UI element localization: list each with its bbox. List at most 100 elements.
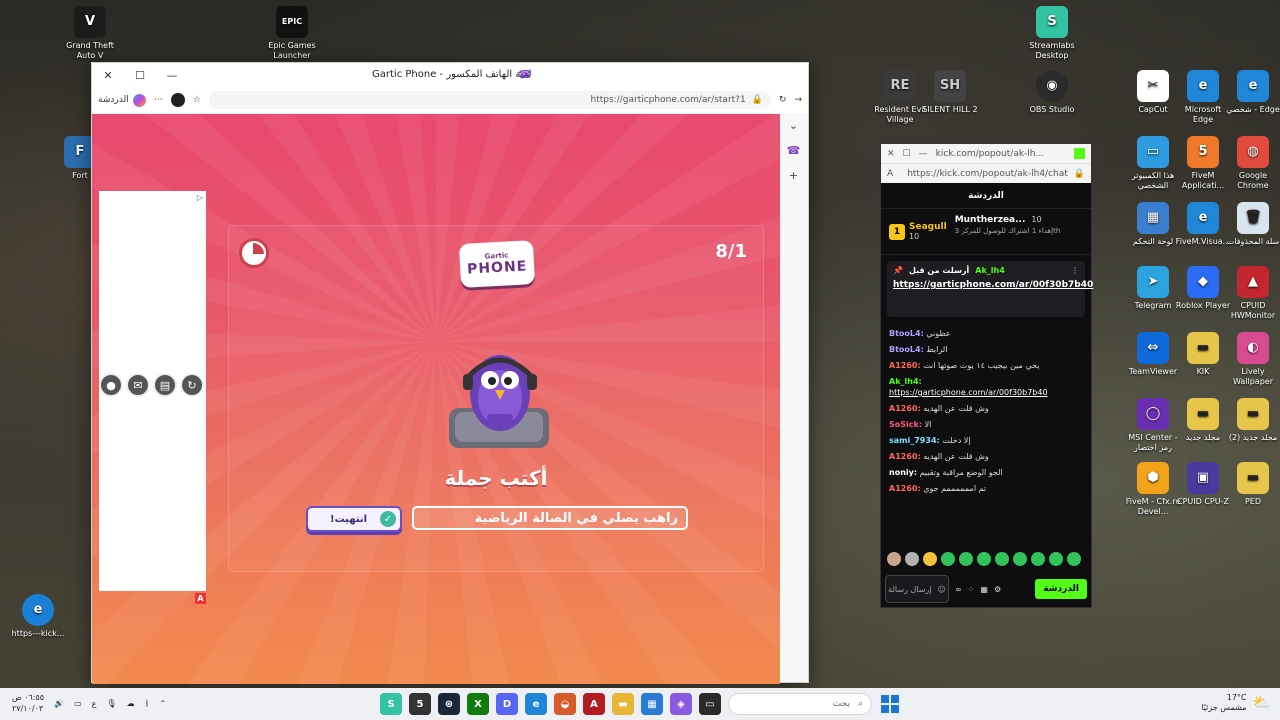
emote-icon[interactable] [923, 552, 937, 566]
profile-avatar[interactable] [170, 93, 185, 107]
more-options-icon[interactable]: ⋮ [1071, 266, 1079, 275]
chat-message[interactable]: A1260: وش قلت عن الهديه [889, 403, 1083, 414]
onedrive-icon[interactable]: ☁ [127, 699, 135, 708]
chat-username[interactable]: SoSick: [889, 420, 922, 429]
chat-username[interactable]: Ak_lh4: [889, 377, 922, 386]
chat-username[interactable]: A1260: [889, 452, 921, 461]
microphone-icon[interactable]: 🎙 [106, 699, 116, 708]
store-icon[interactable]: ▦ [980, 585, 988, 594]
chat-username[interactable]: A1260: [889, 361, 921, 370]
minimize-window-button[interactable]: — [919, 149, 928, 159]
network-icon[interactable]: ▭ [74, 699, 82, 708]
emote-icon[interactable] [941, 552, 955, 566]
add-icon[interactable]: + [779, 163, 808, 188]
desktop-icon-item[interactable]: ◯ MSI Center - رمز اختصار [1125, 398, 1181, 453]
clipboard-icon[interactable]: ▤ [153, 373, 177, 397]
close-window-button[interactable]: ✕ [887, 149, 895, 159]
windows-start-icon[interactable] [880, 694, 900, 714]
chat-username[interactable]: sami_7934: [889, 436, 940, 445]
maximize-window-button[interactable]: ☐ [124, 63, 156, 87]
explorer-app-icon[interactable]: ▬ [612, 693, 634, 715]
emote-icon[interactable] [1049, 552, 1063, 566]
chat-username[interactable]: A1260: [889, 404, 921, 413]
close-window-button[interactable]: ✕ [92, 63, 124, 87]
emote-icon[interactable] [995, 552, 1009, 566]
chat-message[interactable]: BtooL4: عطوني [889, 328, 1083, 339]
forward-icon[interactable]: → [794, 95, 802, 105]
desktop-icon-kick-shortcut[interactable]: e https---kick... [8, 594, 68, 639]
chat-username[interactable]: noniy: [889, 468, 917, 477]
emote-icon[interactable] [1013, 552, 1027, 566]
url-field[interactable]: https://garticphone.com/ar/start?1 🔒 [208, 91, 771, 109]
emote-icon[interactable] [959, 552, 973, 566]
chat-username[interactable]: BtooL4: [889, 345, 924, 354]
refresh-icon[interactable]: ↻ [779, 95, 787, 105]
send-chat-button[interactable]: الدردشة [1035, 579, 1087, 599]
emote-icon[interactable] [1067, 552, 1081, 566]
desktop-icon-item[interactable]: ✂ CapCut [1125, 70, 1181, 115]
maximize-window-button[interactable]: ☐ [903, 149, 911, 159]
chat-message[interactable]: sami_7934: إلا دخلت [889, 435, 1083, 446]
clock[interactable]: ٠٦:٥٥ ص ٢٧/١٠/٠٣ [12, 692, 44, 714]
done-button[interactable]: !انتهيت ✓ [306, 506, 402, 532]
emote-icon[interactable] [887, 552, 901, 566]
emoji-icon[interactable]: ☺ [937, 585, 945, 594]
chat-sidebar-button[interactable]: الدردشة [98, 93, 146, 107]
favorites-icon[interactable]: ☆ [193, 95, 201, 105]
desktop-icon-obs[interactable]: ◉ OBS Studio [1022, 70, 1082, 115]
apps-icon[interactable]: ⁘ [968, 585, 975, 594]
desktop-icon-epic[interactable]: EPIC Epic Games Launcher [262, 6, 322, 61]
desktop-icon-gta[interactable]: V Grand Theft Auto V [60, 6, 120, 61]
desktop-icon-item[interactable]: ▬ PED [1225, 462, 1280, 507]
chat-message[interactable]: A1260: وش قلت عن الهديه [889, 451, 1083, 462]
ad-choices-icon[interactable]: ▷ [197, 193, 203, 202]
desktop-icon-item[interactable]: ◐ Lively Wallpaper [1225, 332, 1280, 387]
minimize-window-button[interactable]: — [156, 63, 188, 87]
pinned-message[interactable]: 📌 أرسلت من قبل Ak_lh4 ⋮ https://garticph… [887, 261, 1093, 317]
desktop-icon-item[interactable]: ▬ KIK [1175, 332, 1231, 377]
settings-icon[interactable]: ⚙ [994, 585, 1001, 594]
chat-message[interactable]: Ak_lh4: https://garticphone.com/ar/00f30… [889, 376, 1083, 398]
desktop-icon-item[interactable]: ▬ مجلد جديد [1175, 398, 1231, 443]
acrobat-app-icon[interactable]: A [583, 693, 605, 715]
collapse-icon[interactable]: ⌄ [779, 113, 808, 138]
bluetooth-icon[interactable]: ᛒ [145, 699, 150, 708]
gifter-muntherzea[interactable]: Muntherzea... 10 إهداء 1 اشتراك للوصول ل… [955, 215, 1083, 248]
desktop-icon-item[interactable]: ▬ مجلد جديد (2) [1225, 398, 1280, 443]
desktop-icon-item[interactable]: ➤ Telegram [1125, 266, 1181, 311]
copilot-app-icon[interactable]: ◈ [670, 693, 692, 715]
weather-widget[interactable]: 17°C مشمس جزئيًا ⛅ [1201, 693, 1270, 713]
desktop-icon-item[interactable]: ⬢ FiveM - Cfx.re Devel... [1125, 462, 1181, 517]
chat-message[interactable]: BtooL4: الرابط [889, 344, 1083, 355]
chat-message[interactable]: A1260: تم اممممممم جوي [889, 483, 1083, 494]
speaker-icon[interactable]: 🔊 [54, 699, 64, 708]
emote-icon[interactable] [977, 552, 991, 566]
desktop-icon-item[interactable]: 5 FiveM Applicati... [1175, 136, 1231, 191]
desktop-icon-item[interactable]: e شخصي - Edge [1225, 70, 1280, 115]
terminal-app-icon[interactable]: ▭ [699, 693, 721, 715]
chat-message-input[interactable]: إرسال رسالة ☺ [885, 575, 949, 603]
read-aloud-icon[interactable]: A [887, 169, 893, 179]
chat-message[interactable]: SoSick: الا [889, 419, 1083, 430]
store-app-icon[interactable]: ▦ [641, 693, 663, 715]
more-options-icon[interactable]: ⋯ [154, 95, 163, 105]
desktop-icon-item[interactable]: 🗑 سلة المحذوفات [1225, 202, 1280, 247]
chat-message[interactable]: noniy: الجو الوضع مراقبة وتقييم [889, 467, 1083, 478]
desktop-icon-item[interactable]: ▦ لوحة التحكم [1125, 202, 1181, 247]
desktop-icon-item[interactable]: ◆ Roblox Player [1175, 266, 1231, 311]
xbox-app-icon[interactable]: X [467, 693, 489, 715]
infinity-icon[interactable]: ∞ [955, 585, 962, 594]
pinned-link[interactable]: https://garticphone.com/ar/00f30b7b40 [893, 279, 1093, 291]
desktop-icon-item[interactable]: ⇔ TeamViewer [1125, 332, 1181, 377]
desktop-icon-item[interactable]: e FiveM.Visua... [1175, 202, 1231, 247]
taskbar-search[interactable]: بحث ⌕ [728, 693, 872, 715]
chat-address-bar[interactable]: A https://kick.com/popout/ak-lh4/chat 🔒 [881, 163, 1091, 183]
streamlabs-app-icon[interactable]: S [380, 693, 402, 715]
desktop-icon-item[interactable]: ◍ Google Chrome [1225, 136, 1280, 191]
emote-icon[interactable] [905, 552, 919, 566]
user-icon[interactable]: ● [99, 373, 123, 397]
chat-username[interactable]: BtooL4: [889, 329, 924, 338]
edge-app-icon[interactable]: e [525, 693, 547, 715]
chat-username[interactable]: A1260: [889, 484, 921, 493]
desktop-icon-item[interactable]: ▭ هذا الكمبيوتر الشخصي [1125, 136, 1181, 191]
